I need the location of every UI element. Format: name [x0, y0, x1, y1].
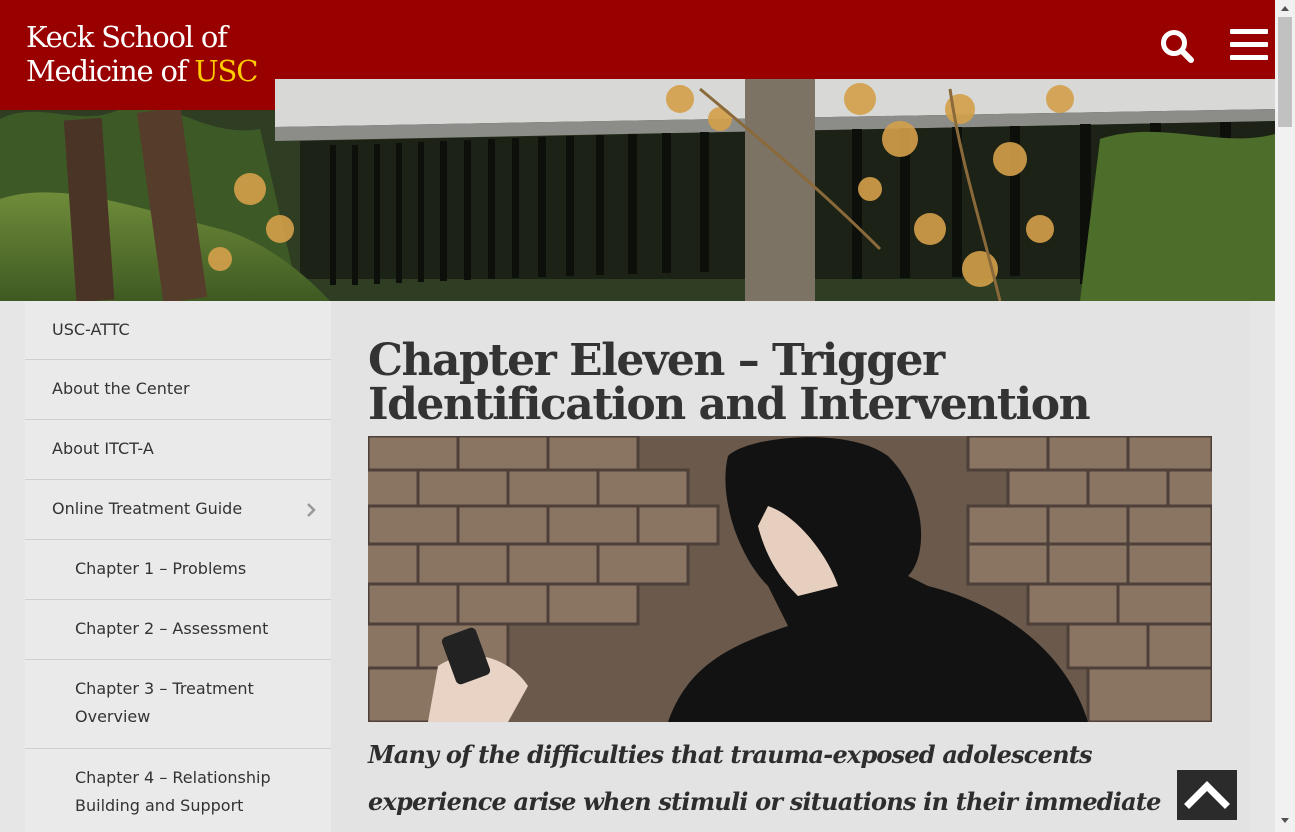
sidebar-item-about-center[interactable]: About the Center	[25, 360, 331, 420]
sidebar-subitem-label: Chapter 2 – Assessment	[75, 619, 269, 638]
vertical-scrollbar[interactable]	[1275, 0, 1295, 832]
hero-photo	[0, 79, 1275, 301]
sidebar-item-label: About ITCT-A	[52, 439, 154, 458]
right-gutter	[1250, 301, 1275, 832]
chevron-right-icon[interactable]	[305, 502, 317, 518]
sidebar-subitem-label: Chapter 3 – Treatment Overview	[75, 679, 254, 726]
teen-against-brick-wall-photo	[368, 436, 1212, 722]
sidebar-subitem-chapter-4[interactable]: Chapter 4 – Relationship Building and Su…	[25, 749, 331, 832]
search-button[interactable]	[1158, 27, 1198, 67]
sidebar-item-label: About the Center	[52, 379, 190, 398]
scroll-up-arrow-icon[interactable]	[1281, 6, 1289, 11]
sidebar-subitem-chapter-2[interactable]: Chapter 2 – Assessment	[25, 600, 331, 660]
sidebar-item-label: Online Treatment Guide	[52, 499, 243, 518]
scroll-down-arrow-icon[interactable]	[1281, 818, 1289, 823]
search-icon	[1161, 30, 1194, 63]
sidebar-item-usc-attc[interactable]: USC-ATTC	[25, 301, 331, 360]
logo-line-2: Medicine of USC	[26, 54, 258, 88]
page-title: Chapter Eleven – Trigger Identification …	[368, 335, 1091, 430]
hamburger-menu-icon	[1230, 29, 1268, 34]
scroll-thumb[interactable]	[1278, 17, 1292, 127]
logo-usc: USC	[194, 54, 258, 88]
sidebar-item-label: USC-ATTC	[52, 320, 130, 339]
hamburger-menu-button[interactable]	[1228, 27, 1270, 63]
sidebar-item-online-treatment-guide[interactable]: Online Treatment Guide	[25, 480, 331, 540]
logo-line-1: Keck School of	[26, 20, 228, 54]
back-to-top-button[interactable]	[1177, 770, 1237, 820]
intro-text: Many of the difficulties that trauma-exp…	[368, 740, 1161, 816]
site-logo[interactable]: Keck School of Medicine of USC	[0, 0, 275, 110]
sidebar-subitem-label: Chapter 1 – Problems	[75, 559, 247, 578]
logo-line-2-text: Medicine of	[26, 54, 195, 88]
hamburger-menu-bar	[1230, 55, 1268, 60]
sidebar-nav: USC-ATTC About the Center About ITCT-A O…	[25, 301, 331, 832]
sidebar-item-about-itct-a[interactable]: About ITCT-A	[25, 420, 331, 480]
hero-image	[0, 79, 1275, 301]
sidebar-subitem-chapter-3[interactable]: Chapter 3 – Treatment Overview	[25, 660, 331, 749]
feature-image	[368, 436, 1212, 722]
hamburger-menu-bar	[1230, 42, 1268, 47]
chevron-up-icon	[1184, 781, 1230, 809]
sidebar-subitem-label: Chapter 4 – Relationship Building and Su…	[75, 768, 271, 815]
sidebar-subitem-chapter-1[interactable]: Chapter 1 – Problems	[25, 540, 331, 600]
main-content: Chapter Eleven – Trigger Identification …	[331, 301, 1250, 832]
